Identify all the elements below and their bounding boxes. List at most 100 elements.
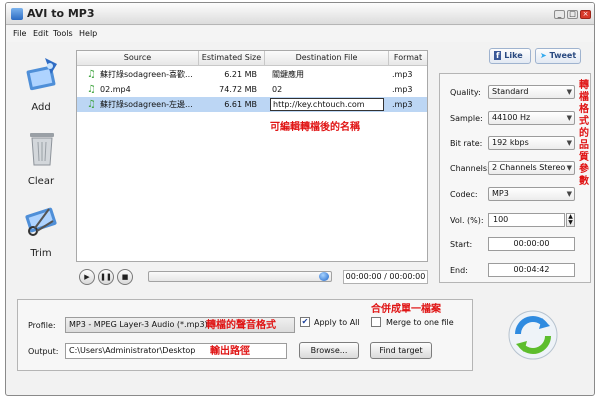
sample-select[interactable]: 44100 Hz ▼ xyxy=(488,111,575,125)
volume-stepper[interactable]: ▲ ▼ xyxy=(566,213,575,227)
output-path-value: C:\Users\Administrator\Desktop xyxy=(69,346,196,355)
codec-value: MP3 xyxy=(492,189,509,198)
menu-file[interactable]: File xyxy=(13,29,26,38)
close-button[interactable]: × xyxy=(580,10,591,19)
row-source: 02.mp4 xyxy=(100,85,131,94)
quality-label: Quality: xyxy=(450,88,481,97)
music-note-icon: ♫ xyxy=(87,84,96,95)
chevron-down-icon: ▼ xyxy=(566,88,572,96)
like-icon: f xyxy=(494,51,502,60)
bitrate-select[interactable]: 192 kbps ▼ xyxy=(488,136,575,150)
chevron-down-icon: ▼ xyxy=(566,190,572,198)
menu-help[interactable]: Help xyxy=(79,29,97,38)
seek-slider[interactable] xyxy=(148,271,332,282)
apply-to-all-label: Apply to All xyxy=(314,318,360,327)
tweet-label: Tweet xyxy=(549,51,577,60)
start-label: Start: xyxy=(450,240,473,249)
bitrate-label: Bit rate: xyxy=(450,139,483,148)
add-film-icon xyxy=(26,58,57,91)
play-button[interactable]: ▶ xyxy=(79,269,95,285)
table-row[interactable]: ♫ 02.mp4 74.72 MB 02 .mp3 xyxy=(77,82,427,97)
col-dest-header[interactable]: Destination File xyxy=(265,51,389,66)
sample-label: Sample: xyxy=(450,114,483,123)
menu-edit[interactable]: Edit xyxy=(33,29,49,38)
channels-select[interactable]: 2 Channels Stereo ▼ xyxy=(488,161,575,175)
row-format: .mp3 xyxy=(392,70,413,79)
output-annotation: 輸出路徑 xyxy=(210,346,250,357)
music-note-icon: ♫ xyxy=(87,69,96,80)
app-icon xyxy=(11,8,23,20)
maximize-button[interactable]: □ xyxy=(567,10,578,19)
time-display: 00:00:00 / 00:00:00 xyxy=(343,270,428,284)
row-format: .mp3 xyxy=(392,85,413,94)
window-title: AVI to MP3 xyxy=(27,7,95,20)
like-button[interactable]: f Like xyxy=(489,48,531,64)
profile-label: Profile: xyxy=(28,321,56,330)
pause-button[interactable]: ❚❚ xyxy=(98,269,114,285)
channels-value: 2 Channels Stereo xyxy=(492,163,566,172)
profile-select[interactable]: MP3 - MPEG Layer-3 Audio (*.mp3) 轉檔的聲音格式 xyxy=(65,317,295,333)
add-label: Add xyxy=(31,102,51,113)
stop-button[interactable]: ■ xyxy=(117,269,133,285)
quality-select[interactable]: Standard ▼ xyxy=(488,85,575,99)
sample-value: 44100 Hz xyxy=(492,113,531,122)
codec-label: Codec: xyxy=(450,190,478,199)
dest-edit-annotation: 可編輯轉檔後的名稱 xyxy=(270,122,360,133)
merge-checkbox[interactable] xyxy=(371,317,381,327)
row-source: 蘇打綠sodagreen-左邊... xyxy=(100,100,193,109)
table-row[interactable]: ♫ 蘇打綠sodagreen-喜歡... 6.21 MB 關鍵應用 .mp3 xyxy=(77,67,427,82)
find-target-button[interactable]: Find target xyxy=(370,342,432,359)
menu-tools[interactable]: Tools xyxy=(53,29,73,38)
apply-to-all-checkbox[interactable]: ✔ xyxy=(300,317,310,327)
output-path-input[interactable]: C:\Users\Administrator\Desktop 輸出路徑 xyxy=(65,343,287,359)
clear-button[interactable]: Clear xyxy=(11,129,71,189)
merge-label: Merge to one file xyxy=(386,318,454,327)
chevron-down-icon: ▼ xyxy=(566,164,572,172)
quality-params-annotation: 轉 檔 格 式 的 品 質 參 數 xyxy=(579,80,589,187)
seek-knob[interactable] xyxy=(319,272,329,281)
merge-annotation: 合併成單一檔案 xyxy=(371,304,441,315)
browse-button[interactable]: Browse... xyxy=(299,342,359,359)
dest-name-edit-input[interactable]: http://key.chtouch.com xyxy=(270,98,384,111)
row-source: 蘇打綠sodagreen-喜歡... xyxy=(100,70,193,79)
settings-panel: Quality: Standard ▼ Sample: 44100 Hz ▼ B… xyxy=(439,73,591,283)
col-source-header[interactable]: Source xyxy=(77,51,199,66)
clear-label: Clear xyxy=(27,176,55,187)
row-format: .mp3 xyxy=(392,100,413,109)
row-dest[interactable]: 02 xyxy=(272,82,386,97)
volume-label: Vol. (%): xyxy=(450,216,484,225)
channels-label: Channels: xyxy=(450,164,490,173)
end-time-input[interactable]: 00:04:42 xyxy=(488,263,575,277)
scissors-film-icon xyxy=(25,207,57,236)
add-button[interactable]: Add xyxy=(11,58,71,116)
convert-refresh-icon[interactable] xyxy=(508,310,558,360)
start-time-input[interactable]: 00:00:00 xyxy=(488,237,575,251)
like-label: Like xyxy=(504,51,523,60)
app-window: AVI to MP3 _ □ × File Edit Tools Help Ad… xyxy=(5,2,595,396)
trash-icon xyxy=(30,133,54,166)
chevron-down-icon: ▼ xyxy=(566,139,572,147)
end-label: End: xyxy=(450,266,468,275)
row-size: 74.72 MB xyxy=(219,85,257,94)
row-dest[interactable]: 關鍵應用 xyxy=(272,67,386,82)
col-size-header[interactable]: Estimated Size xyxy=(199,51,265,66)
volume-input[interactable]: 100 xyxy=(488,213,565,227)
trim-button[interactable]: Trim xyxy=(11,201,71,261)
table-row-selected[interactable]: ♫ 蘇打綠sodagreen-左邊... 6.61 MB http://key.… xyxy=(77,97,427,112)
chevron-down-icon: ▼ xyxy=(566,114,572,122)
trim-label: Trim xyxy=(30,248,52,259)
file-list[interactable]: Source Estimated Size Destination File F… xyxy=(76,50,428,262)
codec-select[interactable]: MP3 ▼ xyxy=(488,187,575,201)
title-bar[interactable]: AVI to MP3 _ □ × xyxy=(6,3,594,25)
minimize-button[interactable]: _ xyxy=(554,10,565,19)
tweet-button[interactable]: ➤ Tweet xyxy=(535,48,581,64)
music-note-icon: ♫ xyxy=(87,99,96,110)
row-size: 6.61 MB xyxy=(224,100,257,109)
row-size: 6.21 MB xyxy=(224,70,257,79)
twitter-bird-icon: ➤ xyxy=(540,51,547,60)
output-label: Output: xyxy=(28,347,59,356)
profile-annotation: 轉檔的聲音格式 xyxy=(206,320,276,331)
menu-bar: File Edit Tools Help xyxy=(6,26,594,42)
col-format-header[interactable]: Format xyxy=(389,51,427,66)
profile-value: MP3 - MPEG Layer-3 Audio (*.mp3) xyxy=(69,320,208,329)
